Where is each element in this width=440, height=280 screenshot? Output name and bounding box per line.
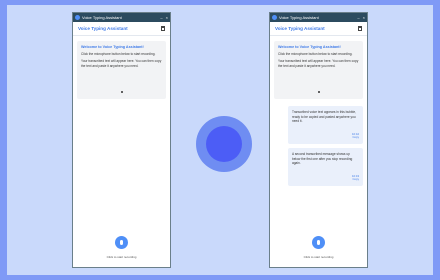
welcome-description: Your transcribed text will appear here. … — [81, 59, 162, 68]
transcript-meta: 10:42 Copy — [352, 132, 359, 140]
copy-button[interactable]: Copy — [352, 178, 359, 182]
transcript-bubble: Transcribed voice text appears in this b… — [288, 106, 363, 144]
trash-icon[interactable] — [161, 26, 165, 31]
dot-icon — [120, 91, 123, 93]
mic-caption: Click to start recording — [106, 255, 137, 259]
app-icon — [75, 15, 80, 20]
microphone-button[interactable] — [115, 236, 128, 249]
transcript-meta: 10:43 Copy — [352, 174, 359, 182]
mic-caption: Click to start recording — [303, 255, 334, 259]
copy-button[interactable]: Copy — [352, 136, 359, 140]
app-window-transcripts: Voice Typing Assistant – × Voice Typing … — [269, 12, 368, 268]
welcome-message: Welcome to Voice Typing Assistant! Click… — [274, 41, 363, 99]
window-title: Voice Typing Assistant — [82, 15, 122, 20]
app-icon — [272, 15, 277, 20]
microphone-icon — [120, 240, 123, 245]
app-title: Voice Typing Assistant — [78, 26, 128, 31]
transcript-bubble: A second transcribed message shows up be… — [288, 148, 363, 186]
window-title: Voice Typing Assistant — [279, 15, 319, 20]
app-title: Voice Typing Assistant — [275, 26, 325, 31]
welcome-description: Your transcribed text will appear here. … — [278, 59, 359, 68]
microphone-button[interactable] — [312, 236, 325, 249]
welcome-heading: Welcome to Voice Typing Assistant! — [278, 45, 341, 49]
title-bar: Voice Typing Assistant – × — [73, 13, 170, 22]
app-window-initial: Voice Typing Assistant – × Voice Typing … — [72, 12, 171, 268]
close-button[interactable]: × — [166, 15, 168, 20]
trash-icon[interactable] — [358, 26, 362, 31]
welcome-message: Welcome to Voice Typing Assistant! Click… — [77, 41, 166, 99]
microphone-icon — [317, 240, 320, 245]
close-button[interactable]: × — [363, 15, 365, 20]
welcome-instruction: Click the microphone button below to sta… — [278, 52, 353, 56]
record-button[interactable] — [206, 126, 242, 162]
title-bar: Voice Typing Assistant – × — [270, 13, 367, 22]
welcome-instruction: Click the microphone button below to sta… — [81, 52, 156, 56]
transcript-text: Transcribed voice text appears in this b… — [292, 110, 357, 123]
app-header: Voice Typing Assistant — [73, 22, 170, 36]
transcript-text: A second transcribed message shows up be… — [292, 152, 353, 165]
minimize-button[interactable]: – — [357, 15, 359, 20]
minimize-button[interactable]: – — [160, 15, 162, 20]
dot-icon — [317, 91, 320, 93]
app-header: Voice Typing Assistant — [270, 22, 367, 36]
welcome-heading: Welcome to Voice Typing Assistant! — [81, 45, 144, 49]
